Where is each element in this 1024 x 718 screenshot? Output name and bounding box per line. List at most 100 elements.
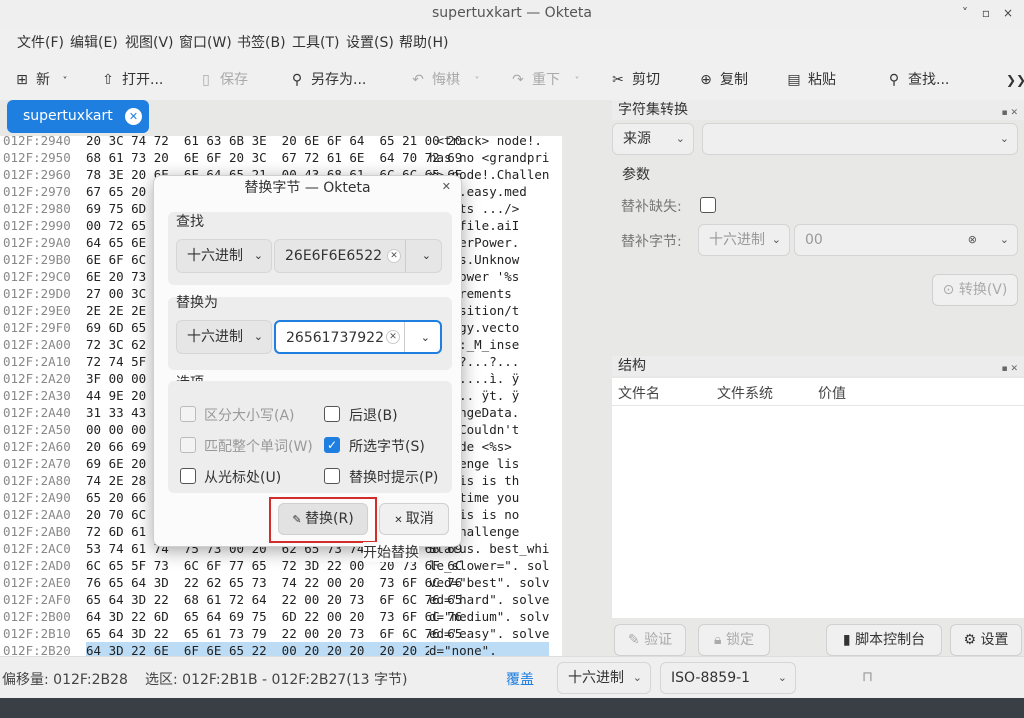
row-ascii[interactable]: ved="best". solv — [429, 574, 549, 591]
row-ascii[interactable]: <track> node!. — [429, 136, 549, 149]
menu-tools[interactable]: 工具(T) — [292, 28, 339, 58]
prompt-checkbox[interactable] — [324, 468, 340, 484]
redo-dropdown-icon[interactable]: ˅ — [574, 76, 579, 87]
paste-button[interactable]: ▤ 粘贴 — [786, 68, 836, 92]
cut-button[interactable]: ✂ 剪切 — [610, 68, 660, 92]
clear-icon[interactable]: ✕ — [386, 330, 400, 344]
col-value[interactable]: 价值 — [818, 383, 846, 403]
panel-controls-icon[interactable]: ▪ ✕ — [1001, 103, 1018, 123]
row-hex-bytes[interactable]: 6E 6F 6C 6 — [86, 251, 161, 268]
readonly-lock-icon[interactable]: ⊓ — [862, 669, 873, 685]
convert-button[interactable]: ⊙ 转换(V) — [932, 274, 1018, 306]
whole-word-checkbox[interactable] — [180, 437, 196, 453]
sub-mode-select[interactable]: 十六进制 ⌄ — [698, 224, 790, 256]
case-sensitive-checkbox[interactable] — [180, 406, 196, 422]
save-as-icon: ⚲ — [291, 72, 303, 88]
char-coding-select[interactable]: ISO-8859-1 ⌄ — [660, 662, 796, 694]
new-button[interactable]: ⊞ 新 ˅ — [14, 68, 67, 92]
row-ascii[interactable]: ed="easy". solve — [429, 625, 549, 642]
cancel-button[interactable]: ✕ 取消 — [379, 503, 449, 535]
panel-controls-icon[interactable]: ▪ ✕ — [1001, 359, 1018, 379]
more-toolbar-icon[interactable]: ❯❯ — [1006, 68, 1024, 92]
col-filename[interactable]: 文件名 — [618, 383, 660, 403]
row-hex-bytes[interactable]: 72 6D 61 6 — [86, 523, 161, 540]
replace-title: 替换为 — [176, 295, 218, 311]
menu-edit[interactable]: 编辑(E) — [70, 28, 118, 58]
dialog-close-icon[interactable]: ✕ — [442, 176, 451, 198]
row-hex-bytes[interactable]: 64 3D 22 6E 6F 6E 65 22 00 20 20 20 20 2… — [86, 642, 463, 656]
new-dropdown-icon[interactable]: ˅ — [62, 76, 67, 87]
redo-button[interactable]: ↷ 重下 ˅ — [510, 68, 579, 92]
menu-bookmarks[interactable]: 书签(B) — [237, 28, 286, 58]
value-coding-select[interactable]: 十六进制 ⌄ — [557, 662, 651, 694]
row-hex-bytes[interactable]: 72 74 5F 6 — [86, 353, 161, 370]
menu-view[interactable]: 视图(V) — [125, 28, 174, 58]
maximize-icon[interactable]: ▫ — [976, 0, 996, 26]
undo-dropdown-icon[interactable]: ˅ — [474, 76, 479, 87]
open-button[interactable]: ⇧ 打开... — [100, 68, 163, 92]
row-offset: 012F:2A20 — [3, 371, 71, 386]
dialog-title: 替换字节 — Okteta — [244, 180, 371, 196]
row-hex-bytes[interactable]: 65 20 66 6 — [86, 489, 161, 506]
row-hex-bytes[interactable]: 20 66 69 6 — [86, 438, 161, 455]
lock-button[interactable]: 🔒︎ 锁定 — [698, 624, 770, 656]
validate-button[interactable]: ✎ 验证 — [614, 624, 686, 656]
row-hex-bytes[interactable]: 65 64 3D 22 68 61 72 64 22 00 20 73 6F 6… — [86, 591, 462, 608]
charset-select[interactable]: ⌄ — [702, 123, 1018, 155]
settings-button[interactable]: ⚙ 设置 — [950, 624, 1022, 656]
menu-help[interactable]: 帮助(H) — [399, 28, 448, 58]
save-as-button[interactable]: ⚲ 另存为... — [289, 68, 367, 92]
row-ascii[interactable]: le_slower=". sol — [429, 557, 549, 574]
splitter[interactable] — [562, 100, 610, 656]
selected-bytes-checkbox[interactable]: ✓ — [324, 437, 340, 453]
find-value-input[interactable]: 26E6F6E6522 ✕ ⌄ — [274, 239, 442, 273]
from-cursor-checkbox[interactable] — [180, 468, 196, 484]
row-ascii[interactable]: d="none". — [429, 642, 550, 656]
sub-value-input[interactable]: 00 ⊗ ⌄ — [794, 224, 1018, 256]
row-hex-bytes[interactable]: 20 70 6C 6 — [86, 506, 161, 523]
menu-file[interactable]: 文件(F) — [17, 28, 64, 58]
row-hex-bytes[interactable]: 65 64 3D 22 65 61 73 79 22 00 20 73 6F 6… — [86, 625, 462, 642]
row-hex-bytes[interactable]: 20 3C 74 72 61 63 6B 3E 20 6E 6F 64 65 2… — [86, 136, 462, 149]
row-ascii[interactable]: has no <grandpri — [429, 149, 549, 166]
row-hex-bytes[interactable]: 74 2E 28 4 — [86, 472, 161, 489]
find-mode-select[interactable]: 十六进制 ⌄ — [176, 239, 272, 273]
clear-icon[interactable]: ✕ — [387, 249, 401, 263]
menu-settings[interactable]: 设置(S) — [346, 28, 394, 58]
structure-table[interactable] — [612, 406, 1024, 618]
hex-row: 012F:2AD0 6C 65 5F 73 6C 6F 77 65 72 3D 2… — [0, 557, 562, 574]
row-hex-bytes[interactable]: 68 61 73 20 6E 6F 20 3C 67 72 61 6E 64 7… — [86, 149, 462, 166]
substitute-missing-checkbox[interactable] — [700, 197, 716, 213]
menubar: 文件(F) 编辑(E) 视图(V) 窗口(W) 书签(B) 工具(T) 设置(S… — [0, 28, 1024, 58]
copy-button[interactable]: ⊕ 复制 — [698, 68, 748, 92]
close-tab-icon[interactable]: ✕ — [125, 108, 142, 125]
row-hex-bytes[interactable]: 69 6E 20 6 — [86, 455, 161, 472]
replace-mode-select[interactable]: 十六进制 ⌄ — [176, 320, 272, 354]
row-ascii[interactable]: d="medium". solv — [429, 608, 549, 625]
replace-value-input[interactable]: 26561737922 ✕ ⌄ — [274, 320, 442, 354]
row-hex-bytes[interactable]: 44 9E 20 F — [86, 387, 161, 404]
menu-window[interactable]: 窗口(W) — [179, 28, 232, 58]
chevron-down-icon: ⌄ — [421, 249, 431, 262]
find-button[interactable]: ⚲ 查找... — [886, 68, 950, 92]
row-hex-bytes[interactable]: 76 65 64 3D 22 62 65 73 74 22 00 20 73 6… — [86, 574, 462, 591]
overwrite-mode[interactable]: 覆盖 — [506, 669, 534, 689]
tab-supertuxkart[interactable]: supertuxkart ✕ — [7, 100, 149, 133]
row-hex-bytes[interactable]: 31 33 43 6 — [86, 404, 161, 421]
save-button[interactable]: ▯ 保存 — [198, 68, 248, 92]
row-hex-bytes[interactable]: 2E 2E 2E 2 — [86, 302, 161, 319]
backwards-checkbox[interactable] — [324, 406, 340, 422]
row-hex-bytes[interactable]: 64 3D 22 6D 65 64 69 75 6D 22 00 20 73 6… — [86, 608, 462, 625]
col-filesystem[interactable]: 文件系统 — [717, 383, 773, 403]
source-dropdown[interactable]: 来源 ⌄ — [612, 123, 694, 155]
script-console-button[interactable]: ▮ 脚本控制台 — [826, 624, 942, 656]
row-hex-bytes[interactable]: 00 00 00 0 — [86, 421, 161, 438]
close-window-icon[interactable]: × — [998, 0, 1018, 26]
row-offset: 012F:29B0 — [3, 252, 71, 267]
clear-icon[interactable]: ⊗ — [968, 225, 977, 255]
minimize-icon[interactable]: ˅ — [955, 0, 975, 26]
row-hex-bytes[interactable]: 72 3C 62 6 — [86, 336, 161, 353]
toolbar: ⊞ 新 ˅ ⇧ 打开... ▯ 保存 ⚲ 另存为... ↶ 悔棋 ˅ ↷ 重下 ˅ ✂ 剪切 … — [0, 58, 1024, 102]
undo-button[interactable]: ↶ 悔棋 ˅ — [410, 68, 479, 92]
row-ascii[interactable]: ed="hard". solve — [429, 591, 549, 608]
